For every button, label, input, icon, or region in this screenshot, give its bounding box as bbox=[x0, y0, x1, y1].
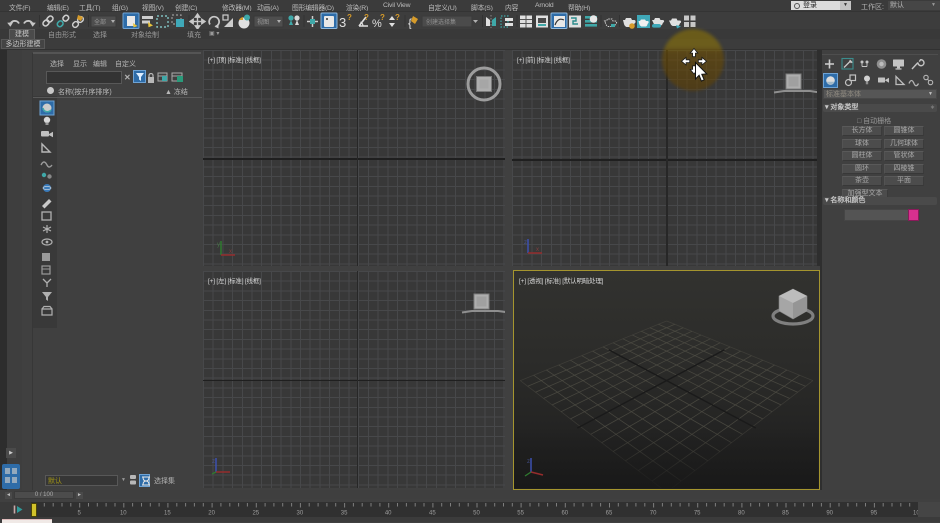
svg-text:x: x bbox=[229, 249, 232, 255]
svg-text:3: 3 bbox=[339, 15, 346, 30]
svg-text:z: z bbox=[212, 459, 215, 465]
svg-text:15: 15 bbox=[164, 511, 171, 517]
svg-text:25: 25 bbox=[252, 511, 259, 517]
svg-text:?: ? bbox=[364, 13, 369, 22]
svg-text:?: ? bbox=[380, 13, 385, 22]
svg-text:45: 45 bbox=[429, 511, 436, 517]
svg-text:全部: 全部 bbox=[94, 18, 106, 26]
svg-text:创建选择集: 创建选择集 bbox=[426, 18, 456, 26]
svg-text:40: 40 bbox=[385, 511, 392, 517]
svg-text:50: 50 bbox=[473, 511, 480, 517]
svg-text:y: y bbox=[217, 242, 220, 248]
svg-text:20: 20 bbox=[208, 511, 215, 517]
svg-text:65: 65 bbox=[606, 511, 613, 517]
svg-text:90: 90 bbox=[826, 511, 833, 517]
svg-text:85: 85 bbox=[782, 511, 789, 517]
svg-text:80: 80 bbox=[738, 511, 745, 517]
svg-text:30: 30 bbox=[297, 511, 304, 517]
svg-text:70: 70 bbox=[650, 511, 657, 517]
svg-text:z: z bbox=[524, 240, 527, 246]
svg-text:视图: 视图 bbox=[257, 18, 269, 26]
svg-text:95: 95 bbox=[871, 511, 878, 517]
svg-text:75: 75 bbox=[694, 511, 701, 517]
svg-text:55: 55 bbox=[517, 511, 524, 517]
svg-text:5: 5 bbox=[78, 511, 82, 517]
svg-text:x: x bbox=[536, 247, 539, 253]
svg-text:{: { bbox=[408, 16, 412, 30]
svg-text:60: 60 bbox=[561, 511, 568, 517]
svg-text:?: ? bbox=[395, 13, 400, 22]
svg-text:z: z bbox=[527, 459, 530, 465]
svg-text:?: ? bbox=[347, 13, 352, 22]
svg-text:35: 35 bbox=[341, 511, 348, 517]
svg-text:10: 10 bbox=[120, 511, 127, 517]
